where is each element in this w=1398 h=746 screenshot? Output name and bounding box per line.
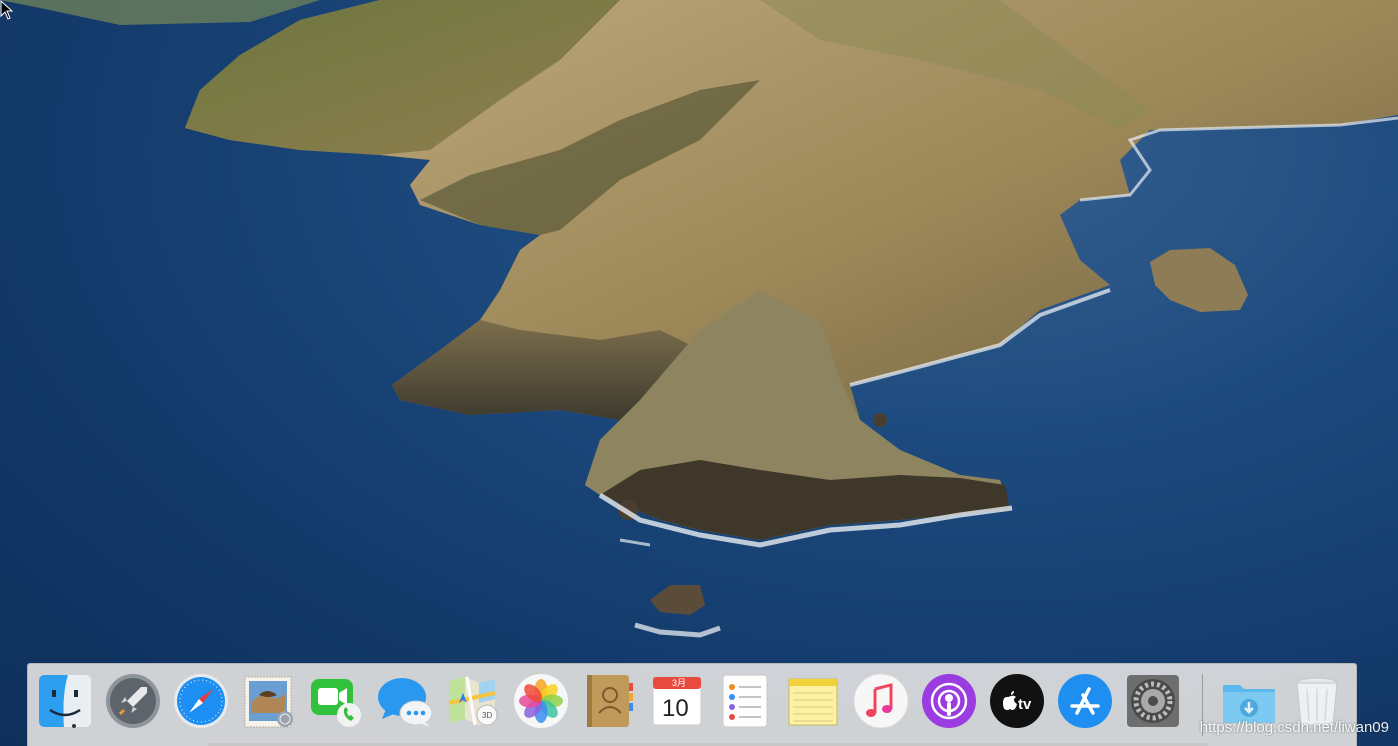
dock-item-safari[interactable] [172,672,230,730]
desktop[interactable] [0,0,1398,746]
dock-item-launchpad[interactable] [104,672,162,730]
contacts-icon [587,675,633,727]
messages-icon [378,678,433,727]
reminders-icon [722,674,768,728]
tv-label: tv [1018,696,1032,713]
notes-icon [788,678,838,726]
watermark-text: https://blog.csdn.net/liwan09 [1199,719,1389,736]
facetime-icon [311,679,361,727]
finder-icon [39,675,91,727]
dock-item-maps[interactable]: 3D [444,672,502,730]
photos-icon [514,674,568,728]
dock-item-contacts[interactable] [580,672,638,730]
mail-icon [244,676,293,728]
dock-item-podcasts[interactable] [920,672,978,730]
dock-item-notes[interactable] [784,672,842,730]
dock-item-finder[interactable] [36,672,94,730]
podcasts-icon [922,674,976,728]
dock-item-app-store[interactable] [1056,672,1114,730]
apple-tv-icon: tv [990,674,1044,728]
music-icon [853,673,909,729]
calendar-day: 10 [662,695,689,722]
mouse-cursor-icon [0,0,14,20]
launchpad-icon [106,674,160,728]
dock-item-calendar[interactable]: 3月 10 [648,672,706,730]
calendar-month: 3月 [672,678,686,688]
dock-item-facetime[interactable] [308,672,366,730]
app-store-icon [1058,674,1112,728]
running-indicator [72,724,76,728]
dock-item-reminders[interactable] [716,672,774,730]
safari-icon [174,674,228,728]
dock-item-tv[interactable]: tv [988,672,1046,730]
system-preferences-icon [1127,675,1179,727]
dock-item-music[interactable] [852,672,910,730]
dock-item-system-preferences[interactable] [1124,672,1182,730]
desktop-wallpaper [0,0,1398,638]
maps-icon: 3D [448,676,498,726]
dock: 3D 3月 10 tv [27,663,1357,746]
dock-item-photos[interactable] [512,672,570,730]
dock-item-mail[interactable] [240,672,298,730]
dock-item-messages[interactable] [376,672,434,730]
calendar-icon: 3月 10 [652,676,702,726]
svg-text:3D: 3D [482,711,492,720]
